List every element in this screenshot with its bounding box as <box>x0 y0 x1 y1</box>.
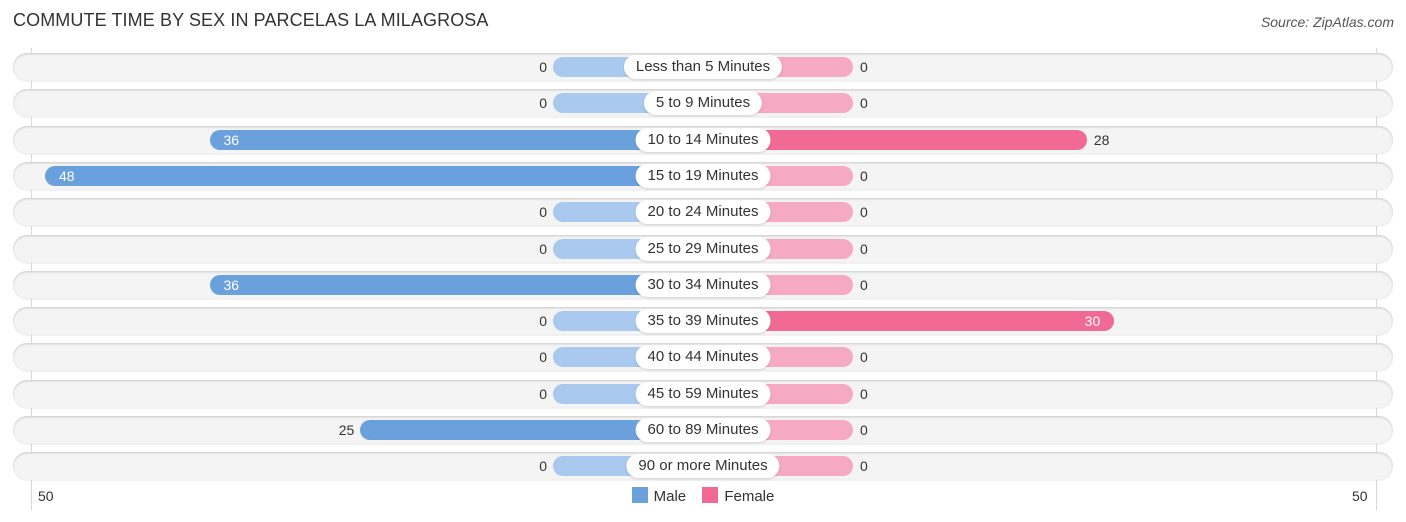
source-credit: Source: ZipAtlas.com <box>1260 14 1394 30</box>
category-label: 45 to 59 Minutes <box>635 382 771 406</box>
male-value-label: 0 <box>539 95 547 111</box>
category-label: 5 to 9 Minutes <box>643 91 763 115</box>
male-value-label: 0 <box>539 59 547 75</box>
legend-item-male[interactable]: Male <box>631 487 687 505</box>
legend: Male Female <box>0 487 1406 505</box>
male-value-label: 0 <box>539 313 547 329</box>
category-label: 35 to 39 Minutes <box>635 309 771 333</box>
female-value-label: 30 <box>1084 313 1101 329</box>
female-value-label: 0 <box>860 95 868 111</box>
female-value-label: 0 <box>860 241 868 257</box>
female-value-label: 0 <box>860 204 868 220</box>
male-value-label: 36 <box>223 132 240 148</box>
category-label: 30 to 34 Minutes <box>635 273 771 297</box>
female-swatch <box>702 487 719 503</box>
category-label: 25 to 29 Minutes <box>635 237 771 261</box>
male-bar[interactable] <box>209 275 703 295</box>
male-value-label: 0 <box>539 349 547 365</box>
female-value-label: 0 <box>860 458 868 474</box>
female-value-label: 0 <box>860 386 868 402</box>
male-swatch <box>631 487 648 503</box>
female-value-label: 0 <box>860 277 868 293</box>
male-value-label: 0 <box>539 386 547 402</box>
category-label: 40 to 44 Minutes <box>635 345 771 369</box>
male-value-label: 36 <box>223 277 240 293</box>
category-label: 90 or more Minutes <box>626 454 780 478</box>
male-bar[interactable] <box>209 130 703 150</box>
legend-label-male: Male <box>653 488 687 505</box>
male-value-label: 0 <box>539 204 547 220</box>
female-value-label: 0 <box>860 349 868 365</box>
male-value-label: 25 <box>338 422 355 438</box>
male-value-label: 0 <box>539 458 547 474</box>
category-label: 20 to 24 Minutes <box>635 200 771 224</box>
female-value-label: 0 <box>860 168 868 184</box>
male-value-label: 48 <box>59 168 75 184</box>
female-value-label: 28 <box>1093 132 1110 148</box>
category-label: 10 to 14 Minutes <box>635 128 771 152</box>
female-value-label: 0 <box>860 59 868 75</box>
female-value-label: 0 <box>860 422 868 438</box>
category-label: 60 to 89 Minutes <box>635 418 771 442</box>
legend-item-female[interactable]: Female <box>702 487 774 505</box>
male-bar[interactable] <box>45 166 703 186</box>
category-label: 15 to 19 Minutes <box>635 164 771 188</box>
chart-title: COMMUTE TIME BY SEX IN PARCELAS LA MILAG… <box>13 10 489 30</box>
legend-label-female: Female <box>724 488 775 505</box>
category-label: Less than 5 Minutes <box>623 55 783 79</box>
male-value-label: 0 <box>539 241 547 257</box>
